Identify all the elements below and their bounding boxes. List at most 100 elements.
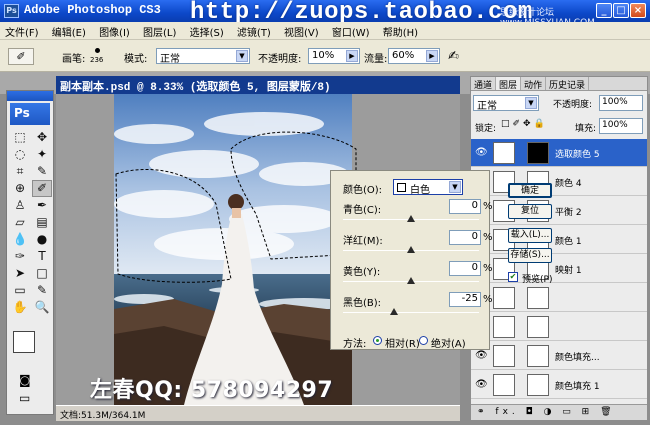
menu-image[interactable]: 图像(I) (94, 22, 135, 41)
dodge-icon[interactable]: ● (32, 231, 52, 248)
tab-history[interactable]: 历史记录 (546, 77, 590, 90)
marquee-icon[interactable]: ⬚ (10, 129, 30, 146)
airbrush-icon[interactable]: ✍ (448, 49, 459, 64)
toolbox-header[interactable] (7, 91, 53, 101)
hand-icon[interactable]: ✋ (10, 299, 30, 316)
cyan-slider-thumb[interactable] (407, 215, 415, 222)
layer-row[interactable]: 👁 (471, 313, 647, 341)
tab-layers[interactable]: 图层 (496, 77, 522, 90)
layer-mask-thumbnail[interactable] (527, 316, 549, 338)
move-icon[interactable]: ✥ (32, 129, 52, 146)
layer-mask-thumbnail[interactable] (527, 142, 549, 164)
yellow-slider-thumb[interactable] (407, 277, 415, 284)
ok-button[interactable]: 确定 (508, 183, 552, 198)
brush-label: 画笔: (62, 54, 86, 65)
type-icon[interactable]: T (32, 248, 52, 265)
layers-panel: 通道 图层 动作 历史记录 正常 ▼ 不透明度: 100% 锁定: □✐✥🔒 填充: … (470, 76, 648, 421)
blur-icon[interactable]: 💧 (10, 231, 30, 248)
menu-help[interactable]: 帮助(H) (378, 22, 423, 41)
minimize-button[interactable]: _ (596, 3, 612, 18)
yellow-input[interactable]: 0 (449, 261, 481, 276)
menu-edit[interactable]: 编辑(E) (47, 22, 91, 41)
layer-row[interactable]: 👁颜色 4 (471, 168, 647, 196)
absolute-radio[interactable] (419, 336, 428, 345)
visibility-eye-icon[interactable]: 👁 (475, 147, 488, 158)
layer-name: 颜色 4 (555, 179, 582, 189)
magic-wand-icon[interactable]: ✦ (32, 146, 52, 163)
magenta-slider-thumb[interactable] (407, 246, 415, 253)
menu-view[interactable]: 视图(V) (279, 22, 324, 41)
layer-row[interactable]: 👁映射 1 (471, 255, 647, 283)
pen-icon[interactable]: ✑ (10, 248, 30, 265)
black-slider-thumb[interactable] (390, 308, 398, 315)
color-swatches[interactable] (13, 331, 49, 365)
layer-row[interactable]: 👁 颜色填充... (471, 342, 647, 370)
cyan-input[interactable]: 0 (449, 199, 481, 214)
zoom-icon[interactable]: 🔍 (32, 299, 52, 316)
maximize-button[interactable]: □ (613, 3, 629, 18)
layer-mask-thumbnail[interactable] (527, 374, 549, 396)
black-slider[interactable] (343, 312, 479, 313)
layer-thumbnail (493, 316, 515, 338)
load-button[interactable]: 载入(L)... (508, 228, 552, 243)
crop-icon[interactable]: ⌗ (10, 163, 30, 180)
menu-file[interactable]: 文件(F) (0, 22, 44, 41)
menu-window[interactable]: 窗口(W) (327, 22, 375, 41)
path-select-icon[interactable]: ➤ (10, 265, 30, 282)
menu-select[interactable]: 选择(S) (185, 22, 229, 41)
cyan-label: 青色(C): (343, 205, 382, 216)
notes-icon[interactable]: ▭ (10, 282, 30, 299)
lock-icons[interactable]: □✐✥🔒 (501, 119, 548, 129)
blend-mode-select[interactable]: 正常 ▼ (473, 95, 539, 112)
visibility-eye-icon[interactable]: 👁 (475, 350, 488, 361)
mode-select[interactable]: 正常 ▼ (156, 48, 250, 65)
eraser-icon[interactable]: ▱ (10, 214, 30, 231)
lasso-icon[interactable]: ◌ (10, 146, 30, 163)
history-brush-icon[interactable]: ✒ (32, 197, 52, 214)
method-label: 方法: (343, 339, 367, 350)
slice-icon[interactable]: ✎ (32, 163, 52, 180)
layer-opacity-input[interactable]: 100% (599, 95, 643, 111)
magenta-input[interactable]: 0 (449, 230, 481, 245)
brush-picker[interactable]: 236 (88, 45, 108, 67)
layer-mask-thumbnail[interactable] (527, 287, 549, 309)
menu-layer[interactable]: 图层(L) (138, 22, 181, 41)
opacity-input[interactable]: 10% ▶ (308, 48, 360, 64)
chevron-down-icon: ▼ (449, 181, 461, 193)
layer-row[interactable]: 👁平衡 2 (471, 197, 647, 225)
colors-select[interactable]: 白色 ▼ (393, 179, 463, 196)
layer-row[interactable]: 👁 选取颜色 5 (471, 139, 647, 167)
document-title[interactable]: 副本副本.psd @ 8.33% (选取颜色 5, 图层蒙版/8) (56, 76, 460, 94)
preview-checkbox[interactable]: ✔ (508, 272, 518, 282)
healing-icon[interactable]: ⊕ (10, 180, 30, 197)
eyedropper-icon[interactable]: ✎ (32, 282, 52, 299)
black-input[interactable]: -25 (449, 292, 481, 307)
save-button[interactable]: 存储(S)... (508, 248, 552, 263)
shape-icon[interactable]: □ (32, 265, 52, 282)
layer-mask-thumbnail[interactable] (527, 345, 549, 367)
gradient-icon[interactable]: ▤ (32, 214, 52, 231)
stamp-icon[interactable]: ♙ (10, 197, 30, 214)
black-label: 黑色(B): (343, 298, 382, 309)
close-button[interactable]: × (630, 3, 646, 18)
brush-icon[interactable]: ✐ (32, 180, 52, 197)
reset-button[interactable]: 复位 (508, 204, 552, 219)
layer-name: 映射 1 (555, 266, 582, 276)
relative-radio[interactable] (373, 336, 382, 345)
fill-input[interactable]: 100% (599, 118, 643, 134)
layer-row[interactable]: 👁颜色 1 (471, 226, 647, 254)
photoshop-logo-icon: Ps (4, 4, 19, 18)
tab-channels[interactable]: 通道 (471, 77, 497, 90)
tab-actions[interactable]: 动作 (521, 77, 547, 90)
quick-mask-icon[interactable]: ◙ (19, 373, 31, 387)
layer-name: 颜色填充 1 (555, 382, 600, 392)
flow-input[interactable]: 60% ▶ (388, 48, 440, 64)
layer-row[interactable]: 👁 (471, 284, 647, 312)
layer-row[interactable]: 👁 颜色填充 1 (471, 371, 647, 399)
foreground-color[interactable] (13, 331, 35, 353)
panel-footer-icons[interactable]: ⚭ fx. ◘ ◑ ▭ ⊞ 🗑 (471, 404, 647, 420)
menu-filter[interactable]: 滤镜(T) (232, 22, 276, 41)
screen-mode-icon[interactable]: ▭ (19, 391, 30, 405)
visibility-eye-icon[interactable]: 👁 (475, 379, 488, 390)
tool-preset-picker[interactable]: ✐ (8, 48, 34, 65)
